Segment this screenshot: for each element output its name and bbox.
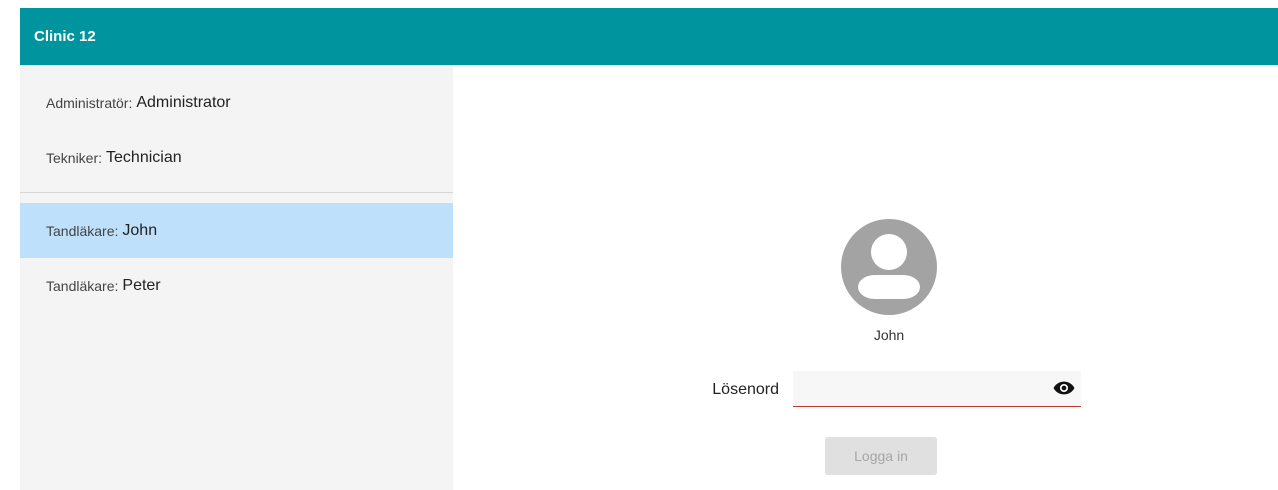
sidebar-item-name: Administrator [136,93,231,111]
sidebar-item-administrator[interactable]: Administratör: Administrator [20,75,453,130]
app-bar: Clinic 12 [20,8,1278,65]
user-list-sidebar: Administratör: Administrator Tekniker: T… [20,65,453,490]
left-edge [0,8,20,490]
sidebar-item-peter[interactable]: Tandläkare: Peter [20,258,453,313]
sidebar-item-role: Administratör: [46,94,133,111]
password-label: Lösenord [712,381,779,398]
top-strip [0,0,1278,8]
sidebar-item-role: Tandläkare: [46,222,119,239]
app-title: Clinic 12 [34,28,96,45]
login-panel: John Lösenord Logga in [453,65,1278,490]
selected-user-name: John [873,327,905,343]
sidebar-item-name: Technician [106,148,182,166]
eye-icon[interactable] [1053,380,1075,396]
sidebar-item-technician[interactable]: Tekniker: Technician [20,130,453,185]
sidebar-item-john[interactable]: Tandläkare: John [20,203,453,258]
app-window: Clinic 12 Administratör: Administrator T… [0,0,1278,490]
sidebar-item-name: Peter [122,276,161,294]
login-button[interactable]: Logga in [825,437,937,475]
avatar-body-shape [858,275,920,299]
sidebar-item-name: John [122,221,158,239]
avatar-head-shape [871,234,907,270]
sidebar-item-role: Tandläkare: [46,277,119,294]
password-input[interactable] [793,371,1043,406]
sidebar-divider [20,192,453,193]
password-field [793,371,1081,407]
sidebar-item-role: Tekniker: [46,149,103,166]
account-circle-icon [841,219,937,315]
